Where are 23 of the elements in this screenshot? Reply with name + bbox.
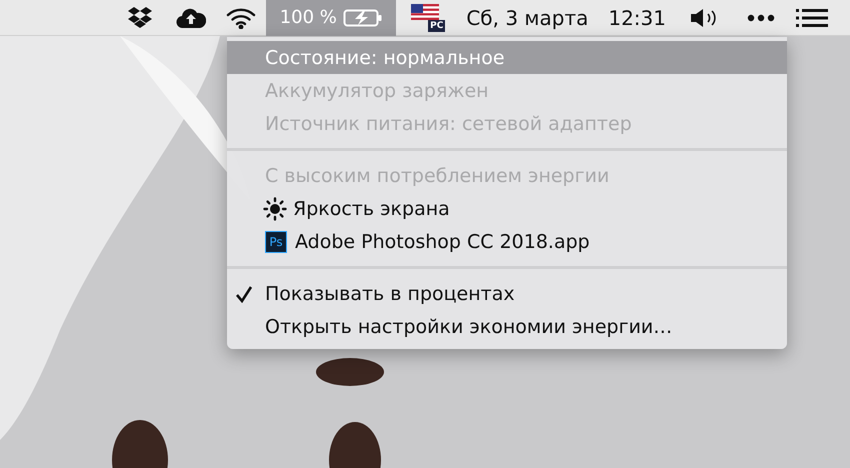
wifi-icon[interactable] [226, 6, 256, 28]
menu-item: С высоким потреблением энергии [264, 164, 610, 188]
pc-badge: PC [428, 20, 446, 32]
photoshop-icon: Ps [265, 230, 287, 252]
menu-item[interactable]: Открыть настройки экономии энергии… [227, 310, 787, 343]
list-icon[interactable] [796, 8, 828, 28]
dropbox-icon[interactable] [128, 6, 152, 28]
menu-item[interactable]: Показывать в процентах [227, 277, 787, 310]
checkmark-icon [235, 284, 253, 302]
battery-percentage: 100 % [280, 7, 337, 28]
menu-item: Источник питания: сетевой адаптер [264, 112, 633, 136]
coffee-bean-drawing [316, 358, 384, 386]
menu-item: Аккумулятор заряжен [264, 78, 490, 104]
battery-charging-icon [342, 8, 383, 28]
coffee-bean-drawing [112, 420, 168, 468]
menu-bar-clock[interactable]: Сб, 3 марта [456, 0, 598, 36]
menu-bar-clock[interactable]: 12:31 [598, 0, 676, 36]
menu-item[interactable]: Яркость экрана [227, 192, 787, 225]
sun-icon [263, 196, 287, 220]
cloud-upload-icon[interactable] [176, 8, 206, 28]
coffee-bean-drawing [329, 422, 381, 468]
more-icon[interactable] [747, 14, 775, 22]
menu-item[interactable]: Ps Adobe Photoshop CC 2018.app [227, 225, 787, 258]
